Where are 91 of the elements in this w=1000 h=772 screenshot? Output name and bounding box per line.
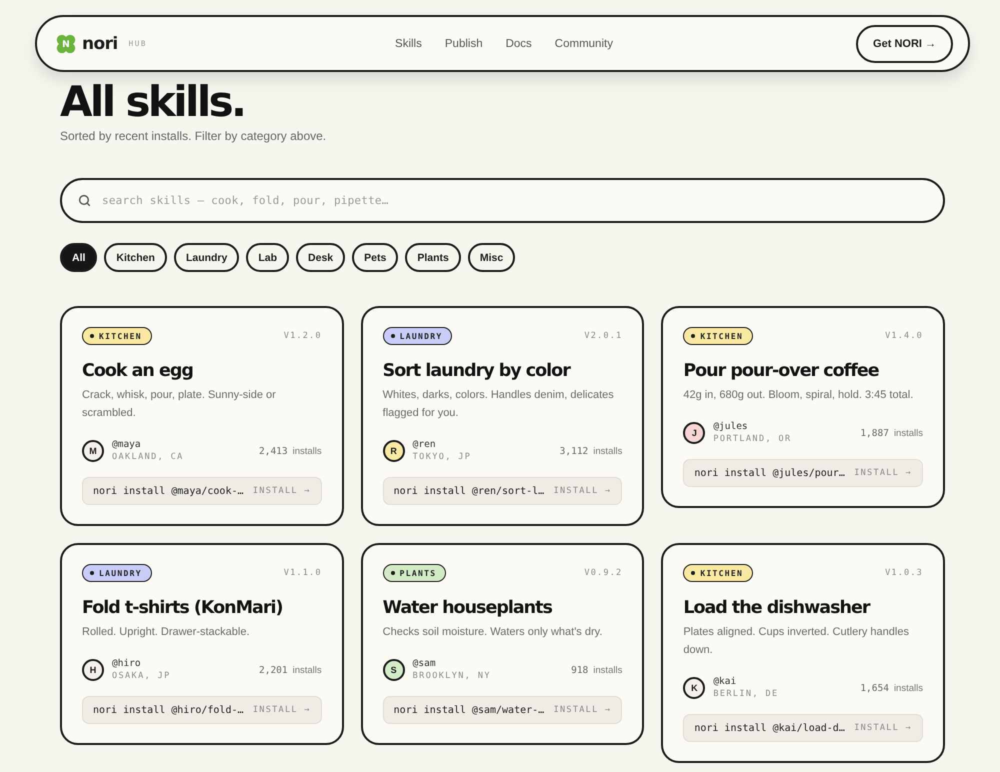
avatar: H (82, 659, 104, 681)
install-count: 1,654 (860, 682, 889, 694)
author-location: PORTLAND, OR (713, 433, 792, 445)
dot-icon (691, 571, 696, 575)
skill-title: Cook an egg (82, 360, 194, 382)
version-label: V1.0.3 (885, 568, 923, 578)
skill-description: Checks soil moisture. Waters only what's dry. (382, 625, 604, 640)
install-command: nori install @kai/load-d… (694, 722, 845, 734)
avatar: J (683, 422, 706, 444)
install-count: 1,887 (860, 428, 889, 438)
version-label: V2.0.1 (584, 331, 622, 341)
page-title: All skills. (60, 78, 246, 126)
install-command: nori install @ren/sort-l… (394, 486, 544, 496)
filter-chip[interactable]: Desk (296, 243, 346, 272)
install-command: nori install @sam/water-… (394, 704, 544, 716)
install-count-label: installs (292, 664, 322, 676)
dot-icon (691, 334, 696, 338)
dot-icon (90, 571, 94, 575)
install-command: nori install @hiro/fold-… (93, 704, 244, 716)
install-command: nori install @maya/cook-… (93, 486, 244, 496)
category-label: LAUNDRY (400, 332, 442, 340)
skill-title: Water houseplants (382, 597, 553, 619)
nav-link[interactable]: Skills (395, 38, 422, 50)
author-handle: @maya (112, 439, 142, 451)
avatar: K (683, 677, 706, 699)
nav-link[interactable]: Publish (444, 38, 483, 50)
author-location: BROOKLYN, NY (412, 670, 491, 682)
avatar: R (382, 440, 405, 462)
dot-icon (390, 334, 395, 338)
skill-card[interactable]: KITCHEN V1.0.3 Load the dishwasher Plates aligned. Cups inverted. Cutlery handles down. K @kai BERLIN, DE 1,654 installs nori install @kai/load-d… INSTALL → (661, 543, 945, 763)
skill-title: Sort laundry by color (382, 360, 572, 382)
install-count-label: installs (894, 428, 923, 438)
brand-name[interactable]: nori (82, 34, 118, 54)
install-count-label: installs (593, 446, 622, 456)
author-location: BERLIN, DE (713, 688, 779, 700)
filter-chip[interactable]: Lab (246, 243, 290, 272)
filter-chip[interactable]: Misc (468, 243, 516, 272)
author-location: OSAKA, JP (112, 670, 171, 682)
avatar: M (82, 440, 104, 462)
author-handle: @jules (713, 421, 749, 433)
avatar: S (382, 659, 405, 681)
version-label: V1.4.0 (885, 331, 923, 341)
skill-description: Plates aligned. Cups inverted. Cutlery handles down. (683, 625, 910, 658)
install-count-label: installs (292, 446, 322, 456)
nav-link[interactable]: Docs (506, 38, 532, 50)
install-count: 2,201 (259, 664, 288, 676)
category-label: KITCHEN (700, 568, 744, 578)
skill-card[interactable]: LAUNDRY V1.1.0 Fold t-shirts (KonMari) Rolled. Upright. Drawer-stackable. H @hiro OSAKA, JP 2,201 installs nori install @hiro/fold-… INSTALL → (60, 543, 344, 745)
install-count: 3,112 (560, 446, 588, 456)
category-label: KITCHEN (99, 332, 142, 340)
search-field[interactable]: search skills — cook, fold, pour, pipette… (60, 178, 945, 223)
author-handle: @sam (412, 658, 437, 670)
page-subtitle: Sorted by recent installs. Filter by category above. (60, 128, 328, 144)
skill-card[interactable]: KITCHEN V1.4.0 Pour pour-over coffee 42g in, 680g out. Bloom, spiral, hold. 3:45 total. J @jules PORTLAND, OR 1,887 installs nori install @jules/pour… INSTALL → (661, 306, 945, 508)
skill-title: Load the dishwasher (683, 597, 871, 619)
author-location: OAKLAND, CA (112, 451, 184, 463)
skill-card[interactable]: PLANTS V0.9.2 Water houseplants Checks soil moisture. Waters only what's dry. S @sam BROOKLYN, NY 918 installs nori install @sam/water-… INSTALL → (360, 543, 644, 745)
category-label: PLANTS (400, 568, 436, 578)
skill-card[interactable]: LAUNDRY V2.0.1 Sort laundry by color Whites, darks, colors. Handles denim, delicates flagged for you. R @ren TOKYO, JP 3,112 installs nori install @ren/sort-l… INSTALL → (360, 306, 644, 526)
dot-icon (90, 334, 94, 338)
version-label: V1.1.0 (284, 568, 322, 578)
skill-title: Fold t-shirts (KonMari) (82, 597, 284, 619)
clover-logo: N (55, 32, 77, 54)
filter-chip[interactable]: Plants (405, 243, 461, 272)
skill-title: Pour pour-over coffee (683, 360, 880, 382)
version-label: V0.9.2 (584, 568, 622, 578)
install-command: nori install @jules/pour… (694, 468, 845, 478)
author-handle: @kai (713, 676, 738, 688)
nav-link[interactable]: Community (554, 38, 613, 50)
version-label: V1.2.0 (284, 331, 322, 341)
filter-chip[interactable]: Pets (352, 243, 398, 272)
skill-description: Rolled. Upright. Drawer-stackable. (82, 625, 251, 640)
category-label: LAUNDRY (99, 568, 142, 578)
skill-description: 42g in, 680g out. Bloom, spiral, hold. 3:45 total. (683, 388, 914, 403)
author-location: TOKYO, JP (412, 451, 472, 463)
author-handle: @hiro (112, 658, 142, 670)
filter-chip[interactable]: Kitchen (104, 243, 167, 272)
filter-chip[interactable]: Laundry (174, 243, 240, 272)
get-nori-button[interactable]: Get NORI → (856, 24, 953, 62)
install-count: 2,413 (259, 446, 288, 456)
skill-card[interactable]: KITCHEN V1.2.0 Cook an egg Crack, whisk, pour, plate. Sunny-side or scrambled. M @maya OAKLAND, CA 2,413 installs nori install @maya/cook-… INSTALL → (60, 306, 344, 526)
install-count: 918 (571, 664, 588, 676)
install-count-label: installs (593, 664, 622, 676)
dot-icon (390, 571, 395, 575)
search-icon (78, 194, 91, 207)
skill-description: Crack, whisk, pour, plate. Sunny-side or scrambled. (82, 388, 277, 421)
filter-chip[interactable]: All (60, 243, 98, 272)
category-label: KITCHEN (700, 332, 744, 340)
skill-description: Whites, darks, colors. Handles denim, delicates flagged for you. (382, 388, 615, 421)
install-count-label: installs (894, 682, 923, 694)
author-handle: @ren (412, 439, 437, 451)
